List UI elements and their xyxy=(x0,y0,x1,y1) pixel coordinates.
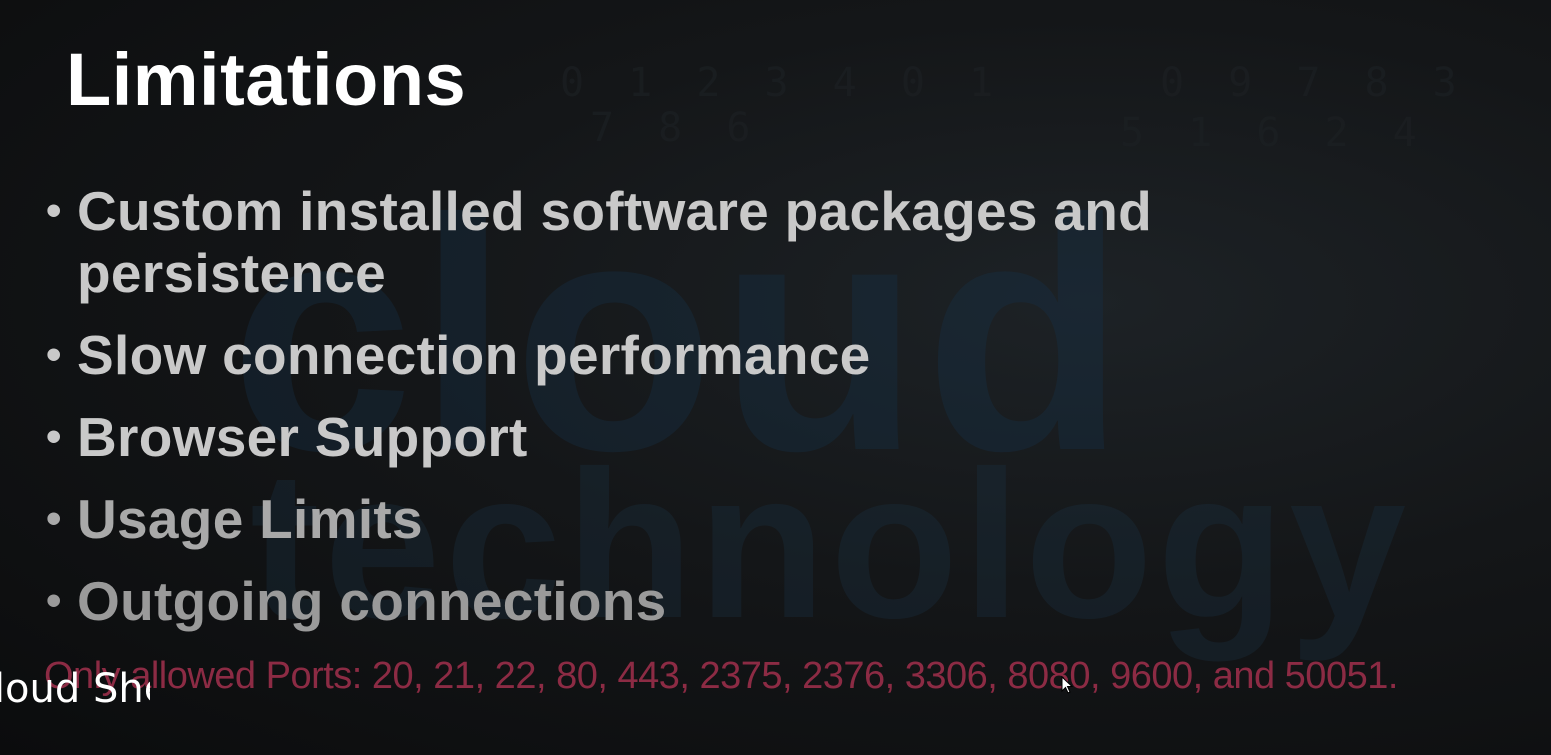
background-digits: 0 9 7 8 3 xyxy=(1160,60,1467,106)
background-digits: 0 1 2 3 4 0 1 xyxy=(560,60,1004,106)
ports-footnote: Only allowed Ports: 20, 21, 22, 80, 443,… xyxy=(44,655,1398,697)
caption-text: Cloud Shell xyxy=(0,666,150,712)
bullet-item: • Usage Limits xyxy=(40,488,1300,550)
bullet-item: • Browser Support xyxy=(40,406,1300,468)
bullet-icon: • xyxy=(46,330,62,379)
bullet-icon: • xyxy=(46,412,62,461)
background-digits: 5 1 6 2 4 xyxy=(1120,110,1427,156)
bullet-text: Usage Limits xyxy=(77,488,423,550)
bullet-text: Slow connection performance xyxy=(77,324,871,386)
bullet-icon: • xyxy=(46,186,62,235)
mouse-pointer-icon xyxy=(1061,676,1073,694)
bullet-text: Outgoing connections xyxy=(77,570,667,632)
bullet-icon: • xyxy=(46,494,62,543)
slide-title: Limitations xyxy=(66,38,467,121)
bullet-text: Custom installed software packages and p… xyxy=(77,180,1153,304)
bullet-item: • Custom installed software packages and… xyxy=(40,180,1300,304)
bullet-item: • Outgoing connections xyxy=(40,570,1300,632)
bullet-text: Browser Support xyxy=(77,406,528,468)
bullet-icon: • xyxy=(46,576,62,625)
bullet-list: • Custom installed software packages and… xyxy=(40,180,1300,652)
background-digits: 7 8 6 xyxy=(590,105,761,151)
video-caption: Cloud Shell xyxy=(0,664,150,714)
slide-canvas: 0 1 2 3 4 0 1 7 8 6 0 9 7 8 3 5 1 6 2 4 … xyxy=(0,0,1551,755)
bullet-item: • Slow connection performance xyxy=(40,324,1300,386)
